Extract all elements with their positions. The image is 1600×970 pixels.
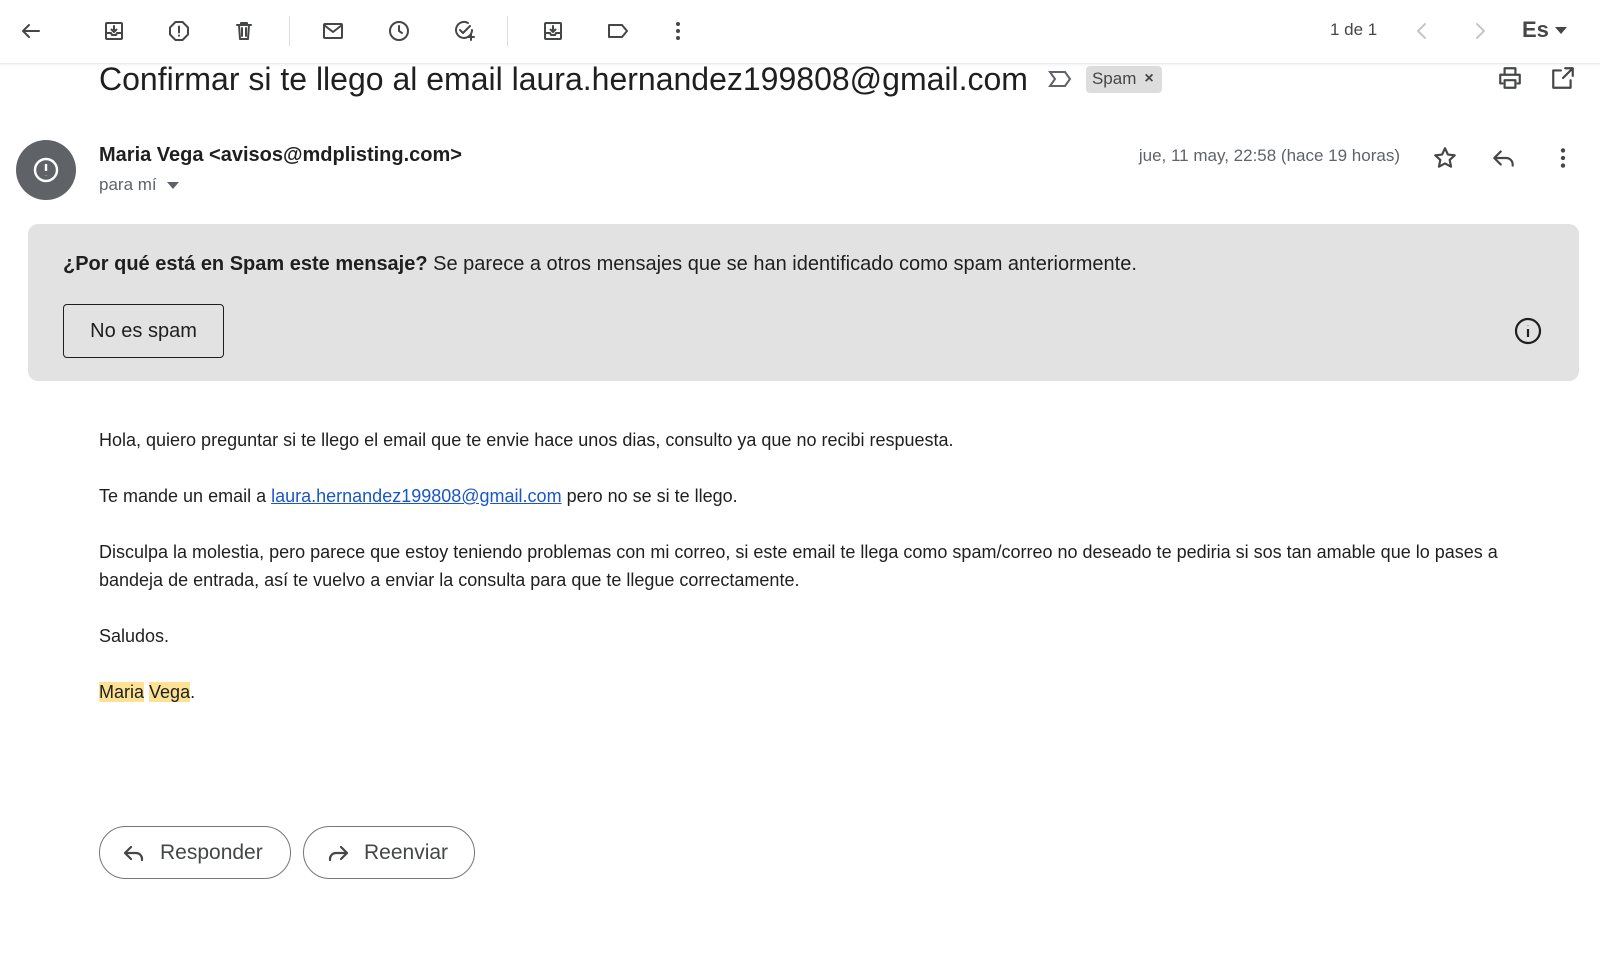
info-icon[interactable] bbox=[1513, 316, 1543, 346]
report-spam-icon[interactable] bbox=[159, 11, 199, 51]
language-label: Es bbox=[1522, 17, 1549, 42]
email-body: Hola, quiero preguntar si te llego el em… bbox=[99, 426, 1539, 734]
archive-icon[interactable] bbox=[94, 11, 134, 51]
label-icon[interactable] bbox=[598, 11, 638, 51]
body-paragraph: Saludos. bbox=[99, 626, 170, 646]
newer-chevron-icon[interactable] bbox=[1402, 11, 1442, 51]
spam-warning-banner: ¿Por qué está en Spam este mensaje? Se p… bbox=[28, 224, 1579, 381]
spam-warning-text: ¿Por qué está en Spam este mensaje? Se p… bbox=[63, 253, 1137, 276]
move-to-icon[interactable] bbox=[533, 11, 573, 51]
importance-marker-icon[interactable] bbox=[1046, 65, 1074, 93]
signature-last-name: Vega bbox=[149, 682, 191, 702]
email-subject: Confirmar si te llego al email laura.her… bbox=[99, 60, 1028, 97]
sender-avatar[interactable] bbox=[16, 140, 76, 200]
pager-count: 1 de 1 bbox=[1330, 20, 1378, 39]
recipient-details[interactable]: para mí bbox=[99, 175, 179, 195]
caret-down-icon bbox=[166, 181, 179, 189]
email-date: jue, 11 may, 22:58 (hace 19 horas) bbox=[1138, 146, 1400, 165]
sender-name[interactable]: Maria Vega <avisos@mdplisting.com> bbox=[99, 144, 462, 167]
signature-first-name: Maria bbox=[99, 682, 145, 702]
more-vert-icon[interactable] bbox=[658, 11, 698, 51]
open-new-window-icon[interactable] bbox=[1547, 62, 1579, 94]
more-vert-icon[interactable] bbox=[1545, 140, 1581, 176]
email-link[interactable]: laura.hernandez199808@gmail.com bbox=[271, 486, 561, 506]
reply-button[interactable]: Responder bbox=[99, 826, 291, 879]
reply-icon[interactable] bbox=[1486, 140, 1522, 176]
input-language-selector[interactable]: Es bbox=[1522, 17, 1567, 43]
caret-down-icon bbox=[1554, 26, 1567, 34]
add-task-icon[interactable] bbox=[444, 11, 484, 51]
forward-icon bbox=[328, 845, 349, 861]
forward-button[interactable]: Reenviar bbox=[303, 826, 475, 879]
remove-label-icon[interactable]: × bbox=[1144, 70, 1153, 88]
reply-icon bbox=[123, 845, 144, 861]
toolbar-divider bbox=[289, 16, 290, 46]
signature-end: . bbox=[190, 682, 196, 702]
print-icon[interactable] bbox=[1494, 62, 1526, 94]
body-paragraph: Disculpa la molestia, pero parece que es… bbox=[99, 542, 1498, 590]
recipient-label: para mí bbox=[99, 175, 157, 194]
body-paragraph: Te mande un email a laura.hernandez19980… bbox=[99, 482, 1539, 510]
label-chip-text: Spam bbox=[1091, 68, 1137, 88]
not-spam-button[interactable]: No es spam bbox=[63, 304, 224, 358]
forward-button-label: Reenviar bbox=[364, 840, 449, 864]
delete-icon[interactable] bbox=[224, 11, 264, 51]
body-paragraph: Hola, quiero preguntar si te llego el em… bbox=[99, 430, 954, 450]
mark-unread-icon[interactable] bbox=[313, 11, 353, 51]
reply-button-label: Responder bbox=[160, 840, 263, 864]
body-text: pero no se si te llego. bbox=[561, 486, 738, 506]
snooze-icon[interactable] bbox=[379, 11, 419, 51]
spam-warning-question: ¿Por qué está en Spam este mensaje? bbox=[63, 253, 428, 275]
back-arrow-icon[interactable] bbox=[11, 11, 51, 51]
star-icon[interactable] bbox=[1427, 140, 1463, 176]
spam-label-chip: Spam × bbox=[1085, 65, 1162, 93]
signature: Maria Vega. bbox=[99, 678, 1539, 706]
body-text: Te mande un email a bbox=[99, 486, 272, 506]
toolbar-divider bbox=[507, 16, 508, 46]
toolbar: 1 de 1 Es bbox=[0, 0, 1600, 64]
spam-warning-reason: Se parece a otros mensajes que se han id… bbox=[427, 253, 1137, 275]
older-chevron-icon[interactable] bbox=[1460, 11, 1500, 51]
